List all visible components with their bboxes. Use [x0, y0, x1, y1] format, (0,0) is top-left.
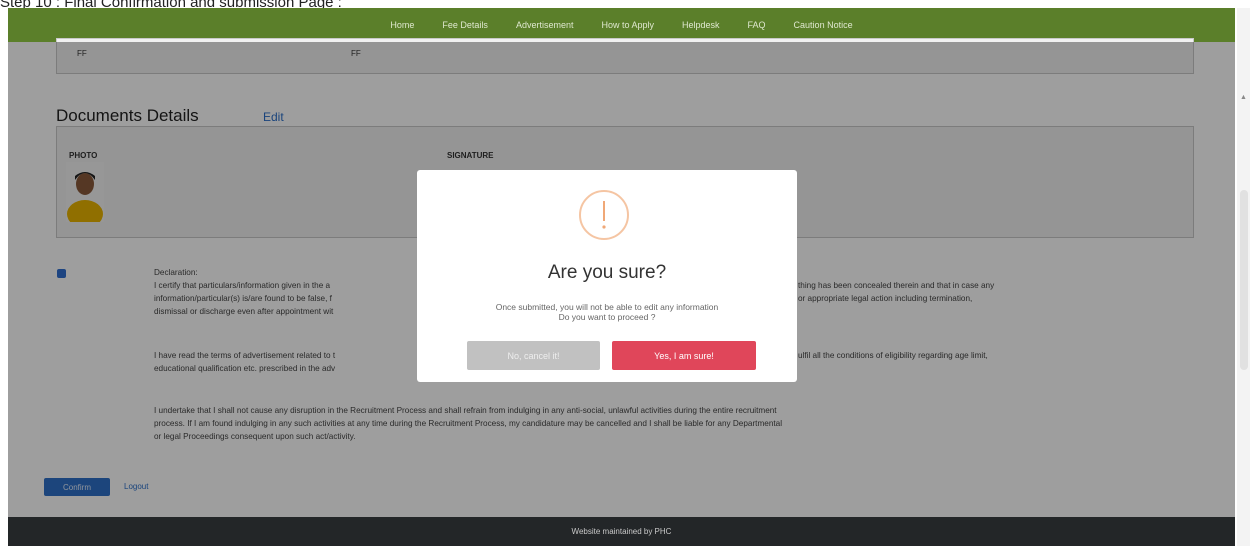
nav-faq[interactable]: FAQ	[748, 20, 766, 30]
site-footer: Website maintained by PHC	[8, 517, 1235, 546]
dialog-message-line2: Do you want to proceed ?	[558, 312, 656, 322]
nav-fee-details[interactable]: Fee Details	[442, 20, 488, 30]
scroll-up-icon[interactable]: ▲	[1240, 94, 1247, 101]
dialog-title: Are you sure?	[547, 262, 667, 283]
nav-caution-notice[interactable]: Caution Notice	[794, 20, 853, 30]
footer-text: Website maintained by PHC	[571, 527, 672, 536]
nav-home[interactable]: Home	[390, 20, 414, 30]
scrollbar-thumb[interactable]	[1240, 190, 1248, 370]
dialog-message: Once submitted, you will not be able to …	[427, 302, 787, 322]
confirm-submit-button[interactable]: Yes, I am sure!	[612, 341, 756, 370]
cancel-button[interactable]: No, cancel it!	[467, 341, 600, 370]
nav-helpdesk[interactable]: Helpdesk	[682, 20, 720, 30]
nav-how-to-apply[interactable]: How to Apply	[601, 20, 654, 30]
dialog-message-line1: Once submitted, you will not be able to …	[495, 302, 719, 312]
top-navbar: Home Fee Details Advertisement How to Ap…	[8, 8, 1235, 42]
nav-advertisement[interactable]: Advertisement	[516, 20, 574, 30]
confirmation-dialog: Are you sure? Once submitted, you will n…	[417, 170, 797, 382]
exclamation-icon	[579, 190, 629, 240]
